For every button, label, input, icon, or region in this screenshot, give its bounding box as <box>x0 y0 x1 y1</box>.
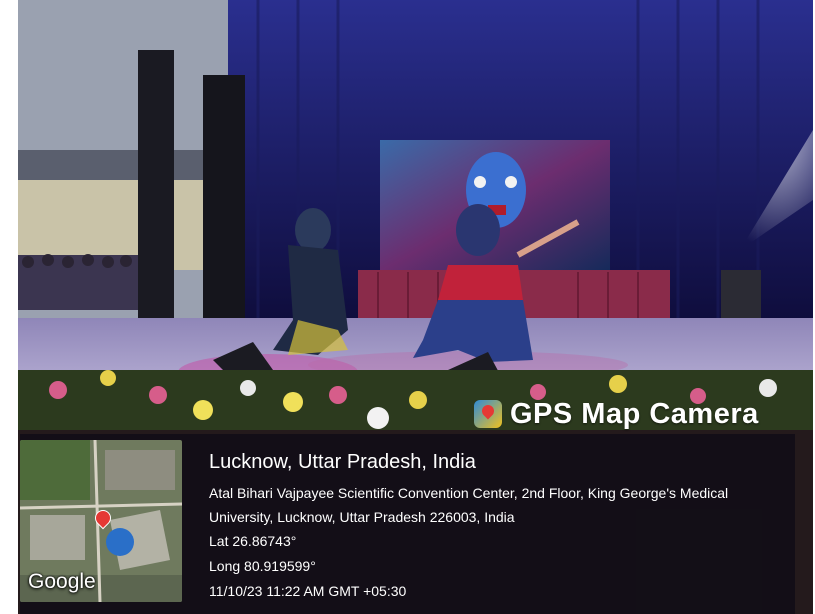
address-text: Atal Bihari Vajpayee Scientific Conventi… <box>209 485 729 525</box>
timestamp-text: 11/10/23 11:22 AM GMT +05:30 <box>209 583 407 599</box>
city-title: Lucknow, Uttar Pradesh, India <box>209 451 476 473</box>
map-thumbnail: Google <box>20 440 182 602</box>
google-map-label: Google <box>28 570 96 593</box>
watermark-text: GPS Map Camera <box>510 397 759 430</box>
latitude-text: Lat 26.86743° <box>209 533 297 549</box>
gps-map-camera-watermark: GPS Map Camera <box>474 392 759 436</box>
screenshot-frame: GPS Map Camera Google Lucknow, Uttar Pra… <box>0 0 815 614</box>
location-details: Lucknow, Uttar Pradesh, India Atal Bihar… <box>209 449 789 604</box>
map-pin-camera-icon <box>474 400 502 428</box>
longitude-text: Long 80.919599° <box>209 558 316 574</box>
